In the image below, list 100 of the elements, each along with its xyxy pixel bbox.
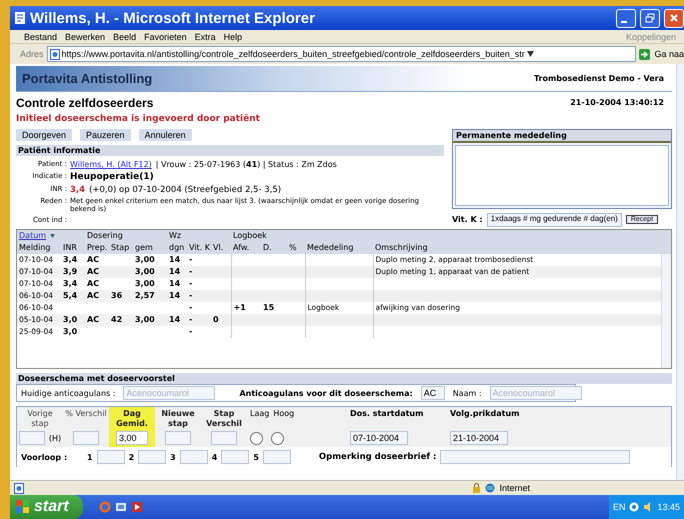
table-cell: 0 bbox=[213, 315, 219, 324]
field-number: 2 bbox=[128, 452, 134, 462]
dosage-field[interactable]: 3,00 bbox=[116, 431, 148, 446]
table-cell: 36 bbox=[111, 291, 122, 300]
column-header: % bbox=[289, 243, 297, 252]
page-icon bbox=[14, 482, 24, 494]
preliminary-field[interactable] bbox=[262, 450, 291, 464]
date-time: 21-10-2004 13:40:12 bbox=[570, 98, 664, 108]
section-header: Patiënt informatie bbox=[16, 144, 444, 156]
column-header: Vl. bbox=[213, 243, 224, 252]
field-number: 4 bbox=[212, 452, 218, 462]
menu-item[interactable]: Extra bbox=[194, 32, 216, 42]
inr-details: (+0,0) op 07-10-2004 (Streefgebied 2,5- 3,5) bbox=[89, 184, 282, 195]
table-cell: 2,57 bbox=[135, 291, 155, 300]
column-group-header: Logboek bbox=[233, 231, 267, 240]
date-field[interactable]: 07-10-2004 bbox=[350, 431, 408, 446]
patient-details: | Vrouw : 25-07-1963 (41) | Status : Zm Zdos bbox=[156, 160, 337, 170]
field-label: Huidige anticoagulans : bbox=[21, 388, 116, 398]
panel-header: Permanente mededeling bbox=[453, 130, 671, 144]
remark-field[interactable] bbox=[440, 450, 630, 464]
action-button[interactable]: Pauzeren bbox=[80, 128, 131, 141]
dosage-field[interactable] bbox=[73, 431, 99, 446]
preliminary-field[interactable] bbox=[96, 450, 125, 464]
inr-value: 3,4 bbox=[70, 184, 86, 195]
section-header: Doseerschema met doseervoorstel bbox=[16, 372, 672, 384]
desktop-icon[interactable] bbox=[114, 501, 127, 513]
zone-label: Internet bbox=[499, 483, 530, 493]
menu-item[interactable]: Bewerken bbox=[65, 32, 106, 42]
action-button[interactable]: Annuleren bbox=[138, 128, 192, 141]
preliminary-field[interactable] bbox=[221, 450, 250, 464]
media-icon[interactable] bbox=[130, 501, 143, 513]
menu-item[interactable]: Bestand bbox=[24, 32, 58, 42]
column-header: Prep. bbox=[87, 243, 108, 252]
column-header: Stap bbox=[111, 243, 130, 252]
table-cell: - bbox=[189, 279, 192, 288]
table-cell: 14 bbox=[169, 267, 180, 276]
field-number: 1 bbox=[87, 452, 93, 462]
menu-item[interactable]: Help bbox=[224, 32, 242, 42]
table-cell: 5,4 bbox=[63, 291, 78, 300]
dosage-field[interactable] bbox=[211, 431, 237, 446]
restore-button[interactable] bbox=[640, 8, 660, 28]
dosage-field[interactable] bbox=[18, 431, 45, 446]
preliminary-field[interactable] bbox=[138, 450, 166, 464]
close-icon bbox=[669, 13, 679, 23]
column-label: Stap Verschil bbox=[205, 409, 243, 429]
column-label: Nieuwe stap bbox=[160, 409, 196, 429]
menu-item[interactable]: Beeld bbox=[113, 32, 136, 42]
page-icon bbox=[14, 11, 26, 25]
table-cell: AC bbox=[87, 279, 100, 288]
column-header: Omschrijving bbox=[375, 243, 428, 252]
column-header: gem bbox=[135, 243, 153, 252]
action-button[interactable]: Doorgeven bbox=[16, 128, 72, 141]
address-label: Adres bbox=[20, 49, 44, 59]
table-cell: 3,00 bbox=[135, 279, 155, 288]
table-cell: 3,4 bbox=[63, 279, 78, 288]
address-field[interactable]: https://www.portavita.nl/antistolling/controle_zelfdoseerders_buiten_streefgebied/controle_zelfdoseerders_buiten_str bbox=[46, 46, 636, 62]
table-cell: +1 bbox=[234, 303, 246, 312]
table-cell: - bbox=[189, 267, 192, 276]
table-cell: 3,9 bbox=[63, 267, 78, 276]
window-title: Willems, H. - Microsoft Internet Explorer bbox=[30, 10, 316, 26]
column-label: Vorige stap bbox=[26, 409, 54, 429]
column-header: Mededeling bbox=[307, 243, 354, 252]
table-cell: 14 bbox=[169, 279, 180, 288]
sort-link[interactable]: Datum bbox=[19, 231, 56, 241]
network-icon[interactable] bbox=[629, 502, 640, 512]
minimize-icon bbox=[621, 20, 627, 22]
scrollbar[interactable] bbox=[676, 64, 684, 480]
column-header: dgn bbox=[169, 243, 184, 252]
anticoagulant-field[interactable]: AC bbox=[420, 386, 445, 400]
dosage-field[interactable] bbox=[165, 431, 191, 446]
go-button[interactable]: Ga naa bbox=[639, 48, 684, 60]
table-cell: AC bbox=[87, 291, 100, 300]
table-cell: - bbox=[189, 255, 192, 264]
table-cell: - bbox=[189, 315, 192, 324]
menu-item[interactable]: Favorieten bbox=[144, 32, 187, 42]
field-label: Naam : bbox=[452, 388, 482, 398]
close-button[interactable] bbox=[664, 8, 684, 28]
table-cell: 14 bbox=[169, 315, 180, 324]
table-cell: 3,0 bbox=[63, 327, 78, 336]
preliminary-field[interactable] bbox=[180, 450, 208, 464]
column-label: Dos. startdatum bbox=[350, 409, 424, 419]
notice-text: Initieel doseerschema is ingevoerd door patiënt bbox=[16, 114, 261, 125]
minimize-button[interactable] bbox=[616, 8, 636, 28]
sort-arrow-icon bbox=[50, 234, 56, 238]
radio-button[interactable] bbox=[250, 432, 263, 446]
field-number: 5 bbox=[253, 452, 259, 462]
date-field[interactable]: 21-10-2004 bbox=[450, 431, 508, 446]
windows-logo-icon bbox=[16, 500, 30, 514]
radio-label: Laag bbox=[250, 409, 270, 419]
message-textarea[interactable] bbox=[455, 145, 669, 206]
dropdown-icon[interactable] bbox=[526, 51, 534, 57]
vitamin-k-field[interactable]: 1xdaags # mg gedurende # dag(en) bbox=[486, 212, 622, 227]
lock-icon bbox=[472, 483, 482, 493]
restore-icon bbox=[645, 13, 655, 23]
scrollbar[interactable] bbox=[661, 254, 671, 368]
user-name: Trombosedienst Demo - Vera bbox=[534, 74, 664, 84]
field-number: 3 bbox=[170, 452, 176, 462]
patient-link[interactable]: Willems, H. (Alt F12) bbox=[70, 160, 152, 170]
radio-button[interactable] bbox=[271, 432, 284, 446]
table-cell: - bbox=[189, 291, 192, 300]
